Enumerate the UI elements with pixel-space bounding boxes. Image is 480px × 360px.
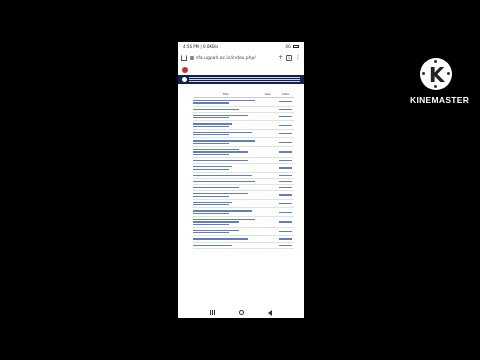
document-date <box>277 199 294 209</box>
kinemaster-letter: K <box>429 63 445 87</box>
back-icon[interactable] <box>268 309 272 316</box>
banner-title <box>189 77 300 82</box>
table-row[interactable] <box>193 163 294 173</box>
document-size <box>258 227 278 237</box>
home-button-icon[interactable] <box>239 310 244 315</box>
document-title-link[interactable] <box>193 244 258 247</box>
document-date <box>277 207 294 217</box>
document-size <box>258 129 278 139</box>
new-tab-button[interactable]: + <box>278 55 283 61</box>
document-date <box>277 120 294 130</box>
page-content: Title Size Date <box>178 84 304 249</box>
address-bar[interactable]: sfa.ugpah.ac.in/index.php/ <box>190 54 275 62</box>
document-title-link[interactable] <box>193 108 258 111</box>
document-date <box>277 112 294 122</box>
banner-logo-icon <box>182 77 187 82</box>
documents-table: Title Size Date <box>193 91 294 249</box>
table-row[interactable] <box>193 199 294 209</box>
document-size <box>258 163 278 173</box>
browser-toolbar: sfa.ugpah.ac.in/index.php/ + 1 ⋮ <box>178 51 304 65</box>
document-title-link[interactable] <box>193 180 258 183</box>
site-header <box>178 65 304 75</box>
signal-icon: 4G <box>285 44 291 49</box>
document-title-link[interactable] <box>193 209 258 215</box>
tabs-count-button[interactable]: 1 <box>286 55 292 61</box>
document-title-link[interactable] <box>193 139 258 145</box>
table-row[interactable] <box>193 207 294 217</box>
kinemaster-watermark: KINEMASTER <box>410 95 470 105</box>
document-date <box>277 216 294 228</box>
document-size <box>258 146 278 158</box>
table-row[interactable] <box>193 112 294 122</box>
document-title-link[interactable] <box>193 148 258 156</box>
menu-button[interactable]: ⋮ <box>295 55 301 61</box>
table-row[interactable] <box>193 137 294 147</box>
university-logo-icon[interactable] <box>182 67 188 73</box>
document-size <box>258 190 278 200</box>
document-date <box>277 97 294 107</box>
document-title-link[interactable] <box>193 229 258 235</box>
document-date <box>277 129 294 139</box>
table-row[interactable] <box>193 129 294 139</box>
status-time: 4:56 PM | 0.0KB/s <box>183 44 219 49</box>
document-date <box>277 242 294 249</box>
table-row[interactable] <box>193 242 294 249</box>
document-title-link[interactable] <box>193 218 258 226</box>
table-body <box>193 97 294 249</box>
document-size <box>258 242 278 249</box>
document-size <box>258 137 278 147</box>
document-date <box>277 227 294 237</box>
video-frame: 4:56 PM | 0.0KB/s 4G sfa.ugpah.ac.in/ind… <box>0 0 480 360</box>
document-title-link[interactable] <box>193 201 258 207</box>
document-date <box>277 190 294 200</box>
table-row[interactable] <box>193 216 294 228</box>
document-size <box>258 120 278 130</box>
android-nav-bar <box>178 307 304 318</box>
table-row[interactable] <box>193 227 294 237</box>
document-size <box>258 97 278 107</box>
document-size <box>258 199 278 209</box>
home-icon[interactable] <box>181 55 187 61</box>
document-date <box>277 146 294 158</box>
table-row[interactable] <box>193 97 294 107</box>
table-row[interactable] <box>193 120 294 130</box>
document-title-link[interactable] <box>193 165 258 171</box>
site-info-icon[interactable] <box>190 56 194 60</box>
document-title-link[interactable] <box>193 174 258 177</box>
document-title-link[interactable] <box>193 159 258 162</box>
battery-icon <box>293 45 299 48</box>
document-title-link[interactable] <box>193 131 258 137</box>
url-text: sfa.ugpah.ac.in/index.php/ <box>196 55 256 61</box>
document-title-link[interactable] <box>193 192 258 198</box>
phone-screen: 4:56 PM | 0.0KB/s 4G sfa.ugpah.ac.in/ind… <box>178 42 304 318</box>
document-size <box>258 207 278 217</box>
document-size <box>258 112 278 122</box>
table-row[interactable] <box>193 190 294 200</box>
document-date <box>277 163 294 173</box>
document-title-link[interactable] <box>193 99 258 105</box>
document-date <box>277 137 294 147</box>
document-title-link[interactable] <box>193 122 258 128</box>
recent-apps-icon[interactable] <box>210 310 215 315</box>
site-banner <box>178 75 304 84</box>
document-title-link[interactable] <box>193 237 258 240</box>
document-title-link[interactable] <box>193 186 258 189</box>
table-row[interactable] <box>193 146 294 158</box>
document-title-link[interactable] <box>193 114 258 120</box>
kinemaster-logo-icon: K <box>420 58 452 90</box>
status-bar: 4:56 PM | 0.0KB/s 4G <box>178 42 304 51</box>
document-size <box>258 216 278 228</box>
